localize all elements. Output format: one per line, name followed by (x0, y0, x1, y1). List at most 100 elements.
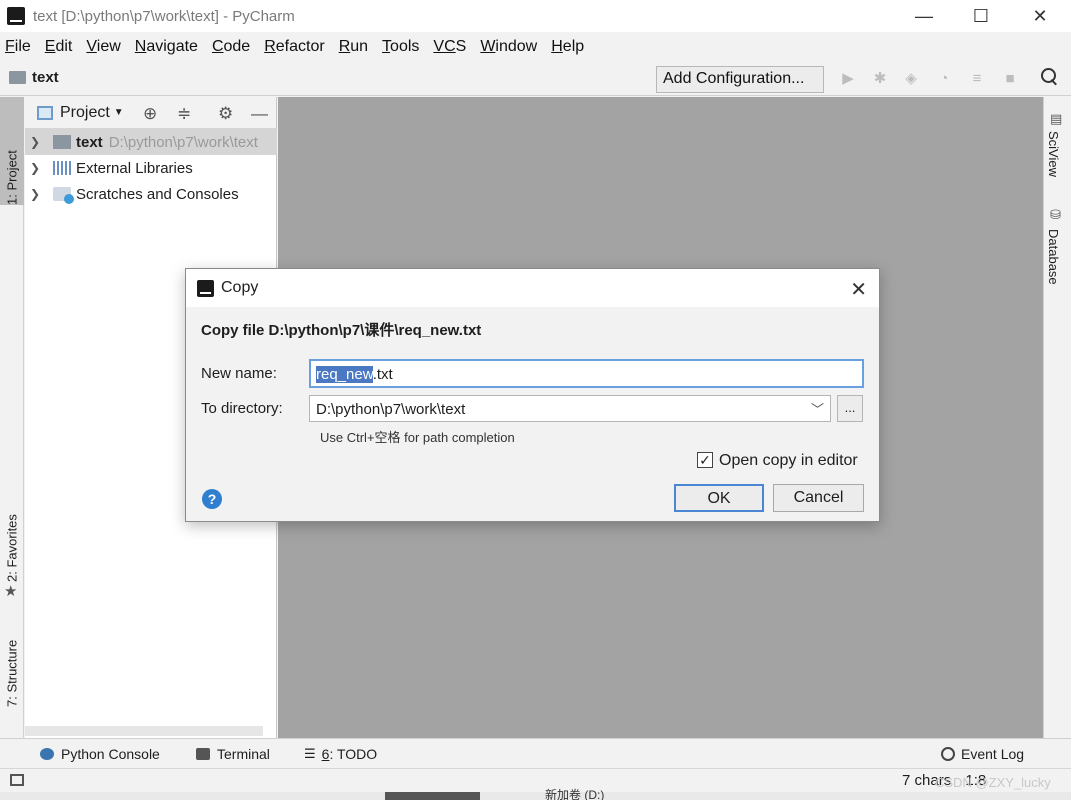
locate-icon[interactable]: ⊕ (143, 104, 157, 124)
tab-structure-label: 7: Structure (4, 639, 20, 707)
new-name-label: New name: (201, 365, 277, 382)
menu-item-code[interactable]: Code (212, 38, 250, 56)
left-tool-strip: 1: Project 2: Favorites ★ 7: Structure (0, 97, 24, 738)
cancel-button[interactable]: Cancel (773, 484, 864, 512)
watermark: CSDN @ZXY_lucky (935, 775, 1051, 790)
menu-item-window[interactable]: Window (480, 38, 537, 56)
event-log-tab[interactable]: Event Log (941, 746, 1024, 762)
new-name-input[interactable]: req_new.txt (309, 359, 864, 388)
bottom-tool-bar: Python Console Terminal ☰ 6: TODO Event … (0, 738, 1071, 768)
tab-structure[interactable]: 7: Structure (0, 627, 24, 707)
tab-favorites-label: 2: Favorites (4, 514, 20, 582)
tree-item-scratches[interactable]: ❯ Scratches and Consoles (25, 181, 277, 207)
tab-database[interactable]: Database (1046, 229, 1061, 285)
menu-item-refactor[interactable]: Refactor (264, 38, 324, 56)
python-console-tab[interactable]: Python Console (40, 746, 160, 762)
todo-label: : TODO (329, 746, 378, 762)
new-name-extension: .txt (372, 366, 393, 383)
scratches-icon (53, 187, 74, 204)
tree-item-text[interactable]: ❯ text D:\python\p7\work\text (25, 129, 277, 155)
dialog-title: Copy (221, 279, 259, 296)
python-console-label: Python Console (61, 746, 160, 762)
to-directory-combobox[interactable]: D:\python\p7\work\text ﹀ (309, 395, 831, 422)
navigation-bar: text Add Configuration... ▶ ✱ ◈ ◔ ≡ ■ (0, 62, 1071, 96)
browse-button[interactable]: ... (837, 395, 863, 422)
menu-item-tools[interactable]: Tools (382, 38, 419, 56)
debug-icon[interactable]: ✱ (872, 71, 888, 87)
chevron-right-icon[interactable]: ❯ (30, 161, 42, 175)
database-icon: ⛁ (1050, 207, 1061, 222)
tree-item-external-libraries[interactable]: ❯ External Libraries (25, 155, 277, 181)
project-panel-header: Project ▼ ⊕ ≑ ⚙ — (25, 97, 276, 129)
project-view-selector[interactable]: Project (60, 104, 110, 122)
horizontal-scrollbar[interactable] (25, 726, 263, 736)
menu-item-vcs[interactable]: VCS (433, 38, 466, 56)
path-completion-hint: Use Ctrl+空格 for path completion (320, 430, 515, 445)
folder-icon (9, 71, 26, 84)
menu-item-help[interactable]: Help (551, 38, 584, 56)
help-icon[interactable]: ? (202, 489, 222, 509)
dialog-title-bar: Copy ✕ (186, 269, 879, 307)
open-in-editor-label[interactable]: Open copy in editor (719, 452, 858, 470)
terminal-tab[interactable]: Terminal (196, 746, 270, 762)
taskbar-item (385, 792, 480, 800)
dialog-heading: Copy file D:\python\p7\课件\req_new.txt (201, 322, 482, 339)
todo-tab[interactable]: ☰ 6: TODO (304, 746, 377, 762)
todo-icon: ☰ (304, 746, 316, 761)
chevron-down-icon[interactable]: ▼ (114, 107, 124, 118)
maximize-button[interactable]: ☐ (952, 0, 1010, 32)
gear-icon[interactable]: ⚙ (218, 104, 233, 124)
python-icon (40, 748, 54, 760)
event-log-icon (941, 747, 955, 761)
tab-sciview[interactable]: SciView (1046, 131, 1061, 177)
right-tool-strip: ▤ SciView ⛁ Database (1043, 97, 1071, 738)
to-directory-label: To directory: (201, 400, 283, 417)
tree-item-path: D:\python\p7\work\text (108, 133, 258, 151)
todo-key: 6 (321, 746, 330, 762)
star-icon: ★ (4, 583, 18, 600)
tree-item-label: text (76, 133, 103, 151)
hide-icon[interactable]: — (251, 104, 268, 124)
tab-project[interactable]: 1: Project (0, 97, 24, 205)
terminal-label: Terminal (217, 746, 270, 762)
taskbar-fragment: 新加卷 (D:) (0, 788, 1071, 800)
project-view-icon (37, 105, 53, 120)
tool-windows-icon[interactable] (10, 774, 24, 786)
menu-item-file[interactable]: File (5, 38, 31, 56)
search-icon[interactable] (1041, 68, 1059, 86)
close-window-button[interactable]: ✕ (1011, 0, 1069, 32)
terminal-icon (196, 748, 210, 760)
tab-favorites[interactable]: 2: Favorites (0, 502, 24, 582)
chevron-down-icon[interactable]: ﹀ (811, 399, 824, 418)
breadcrumb[interactable]: text (32, 69, 59, 86)
close-icon[interactable]: ✕ (850, 277, 867, 302)
window-title: text [D:\python\p7\work\text] - PyCharm (33, 7, 295, 25)
ok-button[interactable]: OK (674, 484, 764, 512)
copy-dialog: Copy ✕ Copy file D:\python\p7\课件\req_new… (185, 268, 880, 522)
menu-item-navigate[interactable]: Navigate (135, 38, 198, 56)
open-in-editor-checkbox[interactable]: ✓ (697, 452, 713, 468)
chevron-right-icon[interactable]: ❯ (30, 135, 42, 149)
window-title-bar: text [D:\python\p7\work\text] - PyCharm … (0, 0, 1071, 32)
tree-item-label: Scratches and Consoles (76, 185, 239, 203)
stop-icon[interactable]: ■ (1002, 71, 1018, 87)
collapse-all-icon[interactable]: ≑ (177, 104, 191, 124)
concurrency-icon[interactable]: ≡ (969, 71, 985, 87)
chevron-right-icon[interactable]: ❯ (30, 187, 42, 201)
sciview-icon: ▤ (1050, 111, 1063, 126)
pycharm-logo-icon (197, 279, 214, 297)
minimize-button[interactable]: — (895, 0, 953, 32)
run-icon[interactable]: ▶ (840, 71, 856, 87)
menu-item-edit[interactable]: Edit (45, 38, 73, 56)
menu-item-run[interactable]: Run (339, 38, 368, 56)
status-bar: 7 chars 1:8 CSDN @ZXY_lucky (0, 768, 1071, 792)
to-directory-value: D:\python\p7\work\text (316, 401, 466, 418)
profile-icon[interactable]: ◔ (936, 71, 952, 87)
add-configuration-button[interactable]: Add Configuration... (656, 66, 824, 93)
coverage-icon[interactable]: ◈ (903, 71, 919, 87)
menu-bar: File Edit View Navigate Code Refactor Run Tools… (0, 32, 1071, 62)
pycharm-logo-icon (5, 5, 25, 25)
tab-project-label: 1: Project (4, 150, 20, 205)
taskbar-drive-label: 新加卷 (D:) (545, 788, 605, 800)
menu-item-view[interactable]: View (86, 38, 120, 56)
